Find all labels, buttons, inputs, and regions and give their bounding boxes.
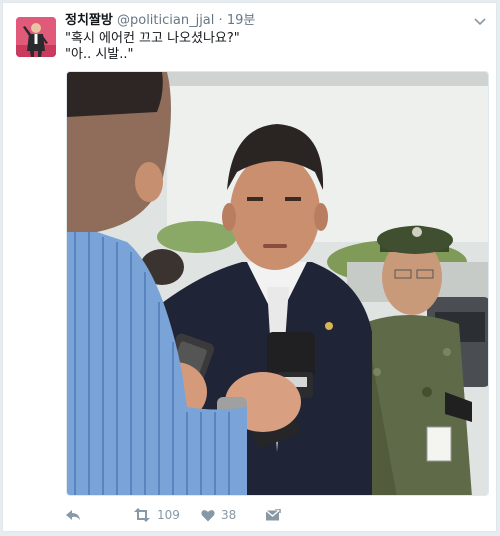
chevron-down-icon[interactable]: [472, 13, 488, 29]
tweet-actions: 109 38: [65, 505, 485, 525]
tweet-text-line: "아.. 시발..": [65, 47, 134, 62]
retweet-count: 109: [157, 508, 180, 522]
reply-icon: [65, 508, 81, 522]
reply-button[interactable]: [65, 508, 133, 522]
tweet-card[interactable]: 정치짤방 @politician_jjal · 19분 "혹시 에어컨 끄고 나…: [2, 2, 497, 532]
timestamp[interactable]: 19분: [227, 13, 256, 28]
like-button[interactable]: 38: [201, 508, 265, 522]
attached-photo[interactable]: [66, 71, 489, 496]
heart-icon: [201, 509, 215, 522]
tweet-text-line: "혹시 에어컨 끄고 나오셨나요?": [65, 31, 240, 46]
display-name[interactable]: 정치짤방: [65, 13, 113, 28]
separator-dot: ·: [218, 13, 223, 28]
user-handle[interactable]: @politician_jjal: [117, 13, 214, 28]
direct-message-button[interactable]: [265, 508, 281, 522]
tweet-text: "혹시 에어컨 끄고 나오셨나요?" "아.. 시발..": [65, 31, 485, 63]
tweet-header: 정치짤방 @politician_jjal · 19분: [65, 13, 255, 29]
retweet-icon: [133, 508, 151, 522]
like-count: 38: [221, 508, 237, 522]
retweet-button[interactable]: 109: [133, 508, 201, 522]
avatar[interactable]: [16, 17, 56, 57]
envelope-icon: [265, 508, 281, 522]
